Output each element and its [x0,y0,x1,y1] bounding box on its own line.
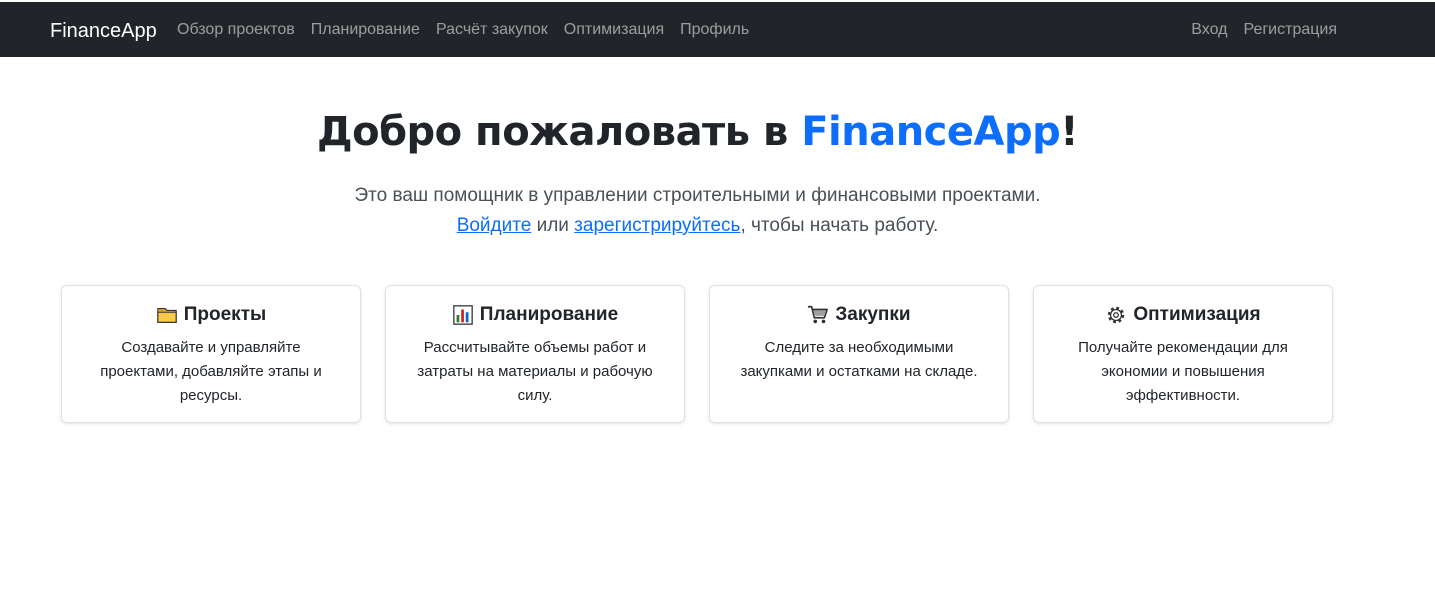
title-suffix: ! [1060,109,1078,155]
feature-cards: Проекты Создавайте и управляйте проектам… [61,285,1333,423]
card-text: Следите за необходимыми закупками и оста… [740,339,978,380]
card-planning: Планирование Рассчитывайте объемы работ … [385,285,685,423]
auth-nav: Вход Регистрация [1183,20,1345,40]
card-title: Оптимизация [1054,302,1312,328]
card-projects: Проекты Создавайте и управляйте проектам… [61,285,361,423]
nav-login[interactable]: Вход [1183,20,1235,40]
page-title: Добро пожаловать в FinanceApp! [0,105,1395,159]
title-brand: FinanceApp [801,109,1061,155]
shopping-cart-icon [808,305,829,324]
main-nav: Обзор проектов Планирование Расчёт закуп… [169,20,757,40]
card-title: Закупки [730,302,988,328]
card-text: Рассчитывайте объемы работ и затраты на … [417,339,653,404]
card-purchases: Закупки Следите за необходимыми закупкам… [709,285,1009,423]
lead-line1: Это ваш помощник в управлении строительн… [354,185,1041,206]
nav-projects-overview[interactable]: Обзор проектов [169,20,303,40]
nav-planning[interactable]: Планирование [303,20,428,40]
nav-register[interactable]: Регистрация [1235,20,1345,40]
register-link[interactable]: зарегистрируйтесь [574,215,740,236]
login-link[interactable]: Войдите [457,215,532,236]
card-text: Получайте рекомендации для экономии и по… [1078,339,1288,404]
nav-purchase-calc[interactable]: Расчёт закупок [428,20,556,40]
top-navbar: FinanceApp Обзор проектов Планирование Р… [0,0,1435,57]
nav-profile[interactable]: Профиль [672,20,757,40]
title-prefix: Добро пожаловать в [316,109,802,155]
bar-chart-icon [452,305,473,325]
card-optimization: Оптимизация Получайте рекомендации для э… [1033,285,1333,423]
brand-link[interactable]: FinanceApp [50,19,157,43]
lead-end: , чтобы начать работу. [740,215,939,236]
hero-section: Добро пожаловать в FinanceApp! Это ваш п… [0,105,1395,241]
or-text: или [531,215,575,236]
folder-icon [157,308,177,323]
card-title: Планирование [406,302,664,328]
lead-text: Это ваш помощник в управлении строительн… [0,181,1395,241]
gear-icon [1108,306,1125,324]
card-title: Проекты [82,302,340,328]
nav-optimization[interactable]: Оптимизация [556,20,672,40]
card-text: Создавайте и управляйте проектами, добав… [100,339,322,404]
